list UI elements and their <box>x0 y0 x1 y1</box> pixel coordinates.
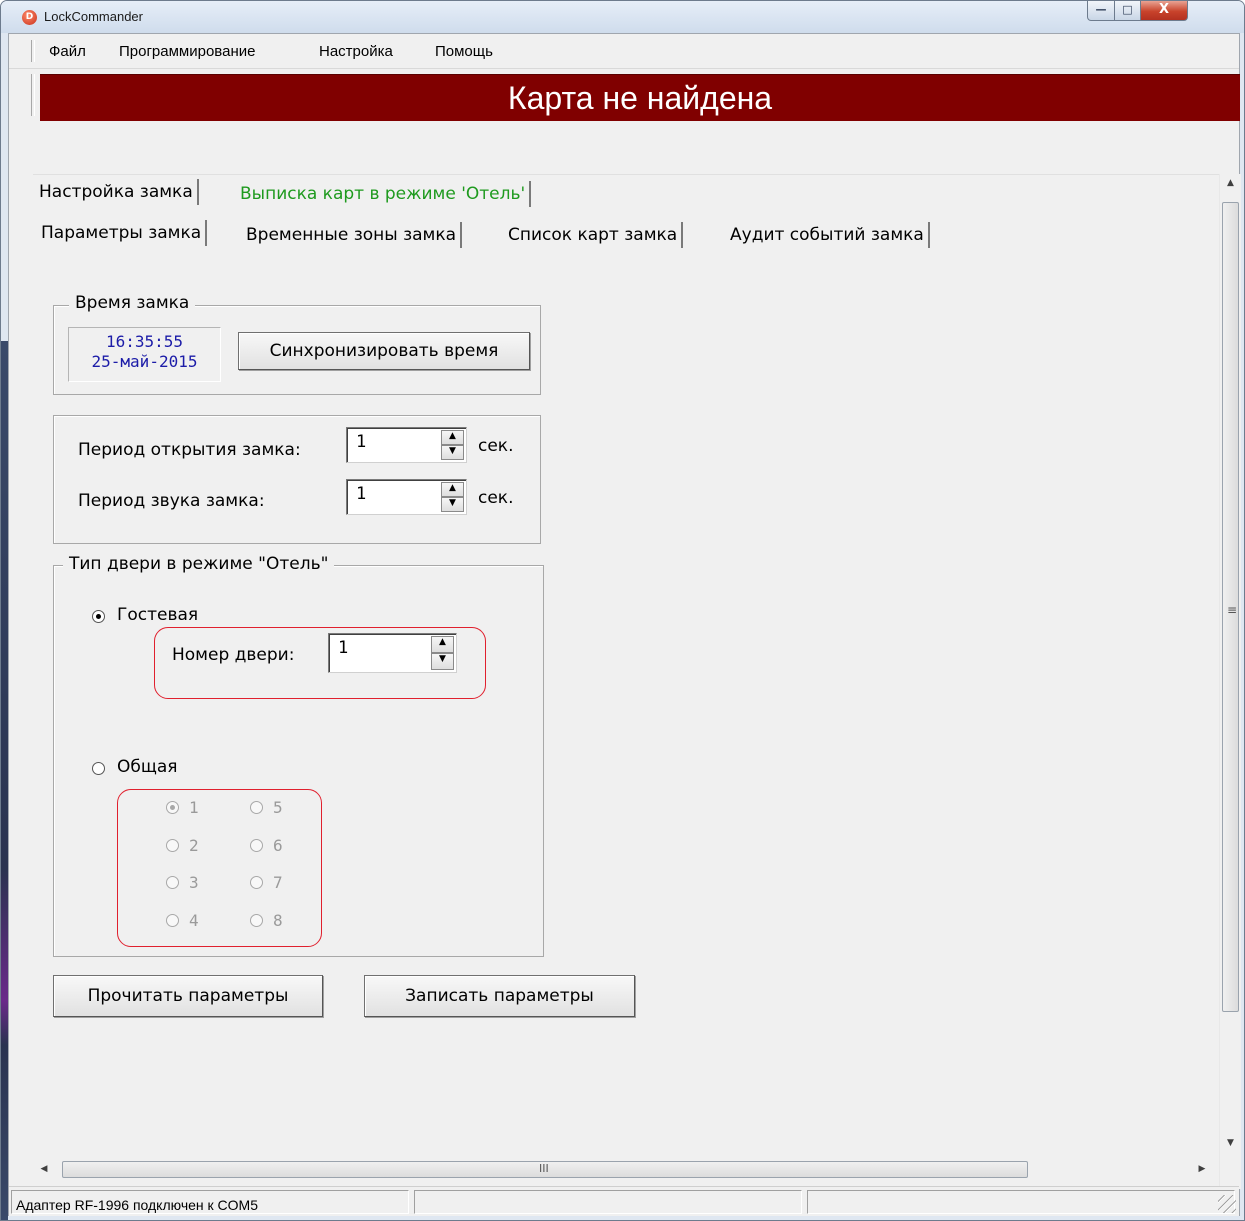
status-bar: Адаптер RF-1996 подключен к COM5 <box>9 1186 1239 1216</box>
common-option-4[interactable] <box>166 914 179 927</box>
banner-area: Карта не найдена <box>9 69 1240 121</box>
common-option-1-label: 1 <box>189 798 199 817</box>
common-option-7-label: 7 <box>273 873 283 892</box>
scroll-up-icon[interactable]: ▲ <box>1220 174 1241 192</box>
open-period-label: Период открытия замка: <box>78 440 301 460</box>
door-number-label: Номер двери: <box>172 645 295 665</box>
lock-time-value: 16:35:55 <box>105 332 184 351</box>
window-title: LockCommander <box>44 9 143 24</box>
tab-lock-parameters[interactable]: Параметры замка <box>41 220 208 246</box>
open-period-spinner[interactable]: 1 ▲ ▼ <box>346 427 467 463</box>
horizontal-grip-icon: III <box>539 1162 549 1175</box>
door-number-spinner[interactable]: 1 ▲ ▼ <box>328 633 457 673</box>
maximize-button[interactable]: □ <box>1114 1 1141 21</box>
vertical-scrollbar[interactable]: ▲ ≡ ▼ <box>1219 174 1241 1189</box>
periods-group <box>53 415 541 544</box>
toolbar-grip <box>31 40 35 62</box>
open-period-unit: сек. <box>478 436 514 456</box>
status-panel-main: Адаптер RF-1996 подключен к COM5 <box>11 1190 409 1214</box>
app-logo-icon: D <box>22 10 37 25</box>
scroll-down-icon[interactable]: ▼ <box>1220 1134 1241 1152</box>
lock-time-legend: Время замка <box>69 293 196 313</box>
content-panel: Настройка замка Выписка карт в режиме 'О… <box>33 174 1219 1190</box>
horizontal-scrollbar[interactable]: ◀ III ▶ <box>33 1159 1219 1180</box>
adapter-status-text: Адаптер RF-1996 подключен к COM5 <box>16 1197 258 1213</box>
vertical-grip-icon: ≡ <box>1227 603 1238 617</box>
common-option-6-label: 6 <box>273 836 283 855</box>
common-option-3-label: 3 <box>189 873 199 892</box>
guest-radio[interactable] <box>92 610 105 623</box>
menu-help[interactable]: Помощь <box>435 43 493 60</box>
door-number-value: 1 <box>338 638 349 658</box>
menu-file[interactable]: Файл <box>49 43 86 60</box>
client-area: Файл Программирование Настройка Помощь К… <box>8 33 1241 1216</box>
open-period-up-icon[interactable]: ▲ <box>441 430 464 445</box>
door-number-up-icon[interactable]: ▲ <box>431 636 454 653</box>
common-option-3[interactable] <box>166 876 179 889</box>
common-label[interactable]: Общая <box>117 757 178 777</box>
common-option-1[interactable] <box>166 801 179 814</box>
tab-lock-settings[interactable]: Настройка замка <box>39 179 199 205</box>
common-option-5-label: 5 <box>273 798 283 817</box>
close-button[interactable]: X <box>1140 1 1188 21</box>
common-option-6[interactable] <box>250 839 263 852</box>
common-option-4-label: 4 <box>189 911 199 930</box>
sound-period-value: 1 <box>356 484 367 504</box>
read-parameters-button[interactable]: Прочитать параметры <box>53 975 323 1017</box>
sound-period-down-icon[interactable]: ▼ <box>441 497 464 512</box>
tab-event-audit[interactable]: Аудит событий замка <box>730 222 930 248</box>
sound-period-label: Период звука замка: <box>78 491 265 511</box>
common-option-7[interactable] <box>250 876 263 889</box>
status-panel-3 <box>807 1190 1235 1214</box>
horizontal-scroll-thumb[interactable]: III <box>62 1161 1028 1178</box>
common-option-2[interactable] <box>166 839 179 852</box>
sound-period-unit: сек. <box>478 488 514 508</box>
app-window: D LockCommander — □ X Файл Программирова… <box>0 0 1245 1221</box>
menu-bar: Файл Программирование Настройка Помощь <box>9 34 1239 69</box>
scroll-right-icon[interactable]: ▶ <box>1193 1159 1211 1180</box>
common-option-5[interactable] <box>250 801 263 814</box>
common-radio[interactable] <box>92 762 105 775</box>
lock-date-value: 25-май-2015 <box>91 352 198 371</box>
background-strip <box>1 341 8 1220</box>
card-status-banner: Карта не найдена <box>40 74 1240 121</box>
common-option-8[interactable] <box>250 914 263 927</box>
menu-settings[interactable]: Настройка <box>319 43 393 60</box>
common-options-highlight <box>117 789 322 947</box>
scroll-left-icon[interactable]: ◀ <box>35 1159 53 1180</box>
door-type-legend: Тип двери в режиме "Отель" <box>63 554 335 574</box>
tab-card-list[interactable]: Список карт замка <box>508 222 684 248</box>
vertical-scroll-thumb[interactable]: ≡ <box>1222 202 1239 1012</box>
tab-hotel-card-issue[interactable]: Выписка карт в режиме 'Отель' <box>240 181 532 207</box>
write-parameters-button[interactable]: Записать параметры <box>364 975 635 1017</box>
lock-clock-display: 16:35:55 25-май-2015 <box>68 327 221 382</box>
resize-grip-icon[interactable] <box>1218 1195 1236 1213</box>
sound-period-up-icon[interactable]: ▲ <box>441 482 464 497</box>
common-option-2-label: 2 <box>189 836 199 855</box>
open-period-down-icon[interactable]: ▼ <box>441 445 464 460</box>
sound-period-spinner[interactable]: 1 ▲ ▼ <box>346 479 467 515</box>
guest-label[interactable]: Гостевая <box>117 605 198 625</box>
open-period-value: 1 <box>356 432 367 452</box>
status-panel-2 <box>414 1190 802 1214</box>
tab-time-zones[interactable]: Временные зоны замка <box>246 222 463 248</box>
door-number-down-icon[interactable]: ▼ <box>431 653 454 670</box>
common-option-8-label: 8 <box>273 911 283 930</box>
title-bar[interactable]: D LockCommander — □ X <box>1 1 1244 33</box>
sync-time-button[interactable]: Синхронизировать время <box>238 332 530 370</box>
banner-grip <box>31 74 35 116</box>
menu-programming[interactable]: Программирование <box>119 43 255 60</box>
minimize-button[interactable]: — <box>1087 1 1115 21</box>
